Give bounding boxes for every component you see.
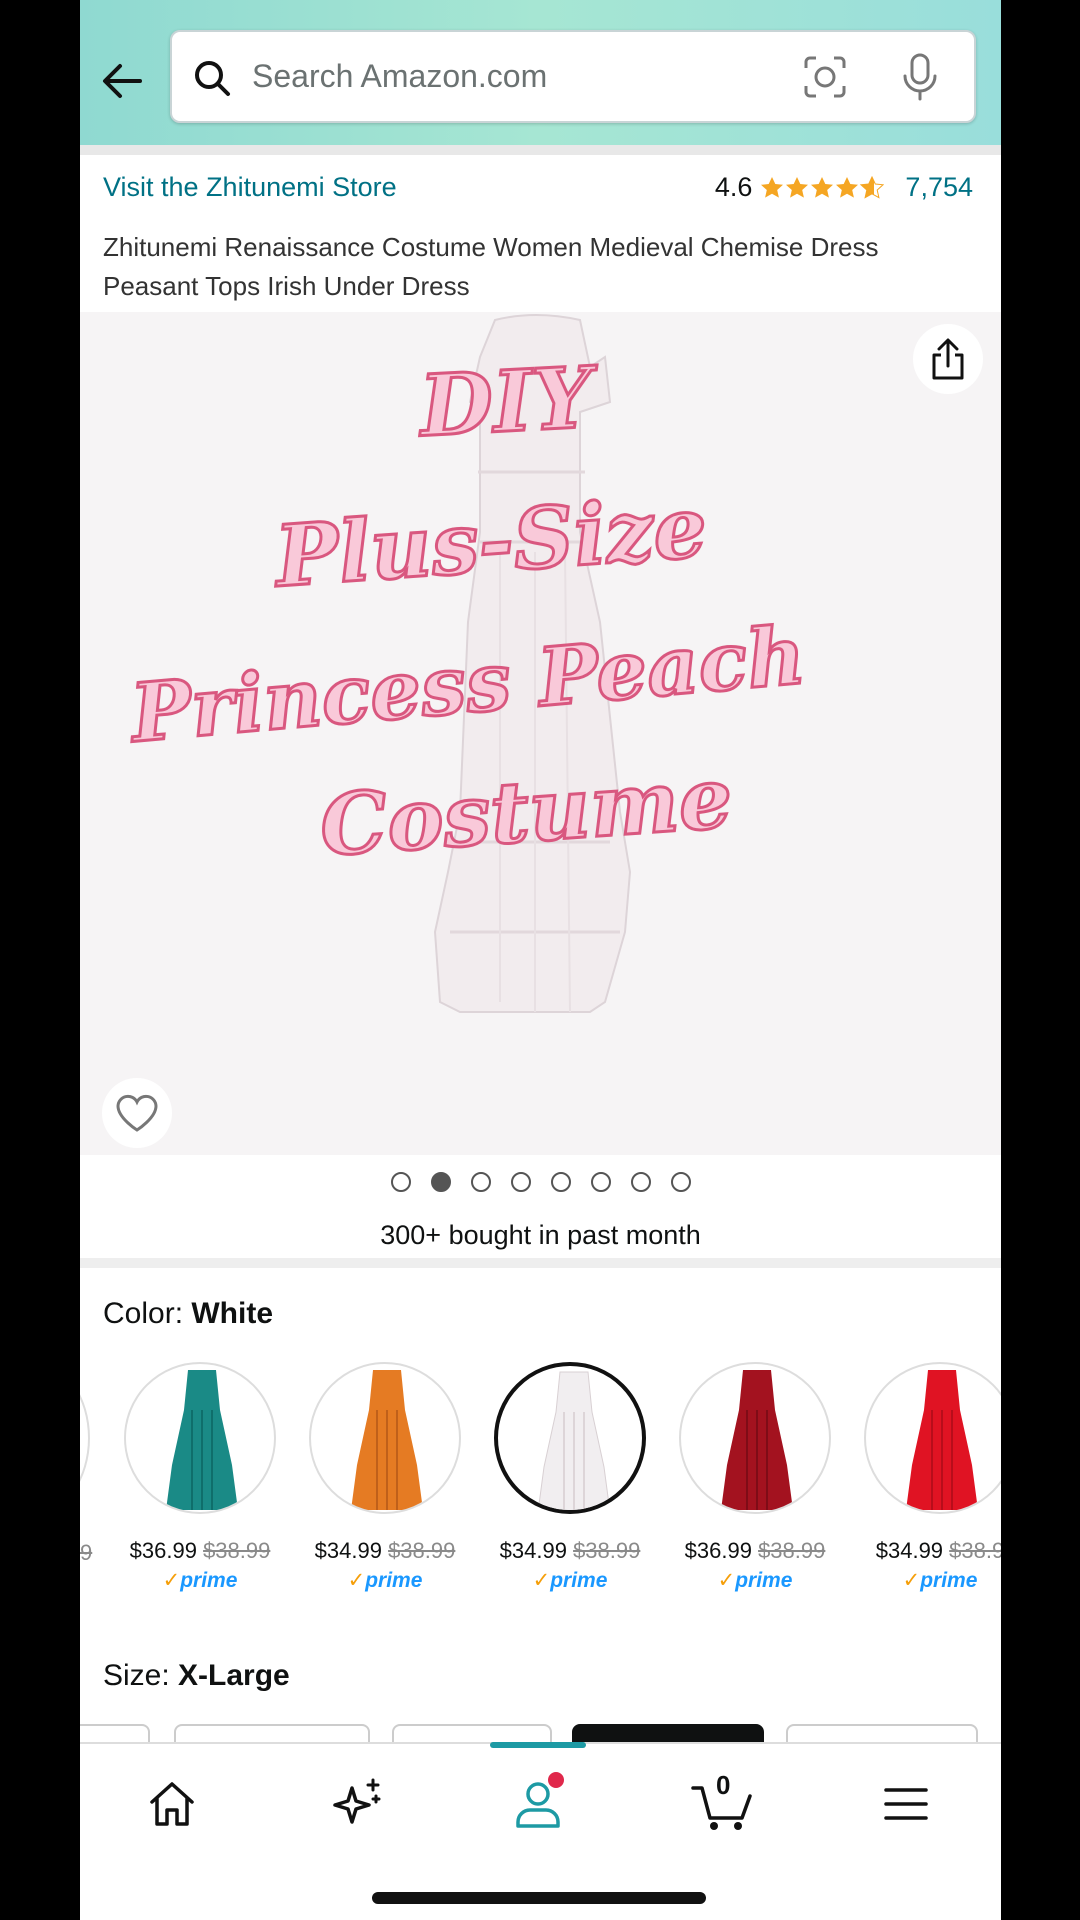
bottom-navigation: 0: [80, 1742, 1001, 1920]
swatch-price: $34.99 $38.99: [309, 1538, 461, 1564]
overlay-line-3: Princess Peach: [126, 606, 811, 762]
star-icon: [786, 176, 809, 198]
header-divider: [80, 145, 1001, 161]
swatch-price: $34.99 $38.9: [864, 1538, 1001, 1564]
price: $36.99: [129, 1538, 197, 1563]
price: $34.99: [499, 1538, 567, 1563]
bought-count: 300+ bought in past month: [380, 1220, 701, 1250]
size-label: Size: X-Large: [103, 1659, 290, 1693]
notification-dot: [548, 1772, 564, 1788]
star-icon: [836, 176, 859, 198]
menu-icon[interactable]: [876, 1774, 936, 1834]
microphone-icon[interactable]: [900, 52, 940, 102]
swatch-image: [309, 1362, 461, 1514]
check-icon: ✓: [717, 1569, 736, 1592]
star-half-icon: [860, 175, 885, 199]
color-swatch-teal[interactable]: $36.99 $38.99 ✓prime: [124, 1362, 276, 1593]
prime-badge: ✓prime: [309, 1568, 461, 1593]
star-rating: [760, 175, 885, 200]
swatch-image: [679, 1362, 831, 1514]
prime-label: prime: [735, 1569, 793, 1592]
pagination-dot[interactable]: [590, 1172, 611, 1192]
overlay-line-1: DIY: [416, 346, 596, 457]
color-label-prefix: Color:: [103, 1297, 192, 1330]
product-image-gallery[interactable]: DIY Plus-Size Princess Peach Costume: [80, 312, 1001, 1155]
swatch-price: $36.99 $38.99: [124, 1538, 276, 1564]
color-swatch-red[interactable]: $34.99 $38.9 ✓prime: [864, 1362, 1001, 1593]
active-tab-indicator: [490, 1742, 586, 1748]
pagination-dot[interactable]: [550, 1172, 571, 1192]
price: $36.99: [684, 1538, 752, 1563]
swatch-image: [124, 1362, 276, 1514]
size-options[interactable]: [80, 1724, 1001, 1764]
check-icon: ✓: [532, 1569, 551, 1592]
cart-icon[interactable]: 0: [690, 1770, 752, 1834]
app-screen: Visit the Zhitunemi Store 4.6 7,754 Zhit…: [80, 0, 1001, 1920]
gallery-pagination[interactable]: [80, 1172, 1001, 1192]
prime-badge: ✓prime: [864, 1568, 1001, 1593]
price: $34.99: [875, 1538, 944, 1563]
check-icon: ✓: [162, 1569, 181, 1592]
color-swatches[interactable]: 9 $36.99 $38.99 ✓prime $34.99 $38.99 ✓pr…: [80, 1362, 1001, 1602]
swatch-price: $34.99 $38.99: [494, 1538, 646, 1564]
section-divider: [80, 1258, 1001, 1268]
pagination-dot[interactable]: [630, 1172, 651, 1192]
rating-summary[interactable]: 4.6 7,754: [715, 172, 973, 203]
swatch-image: [494, 1362, 646, 1514]
color-swatch-orange[interactable]: $34.99 $38.99 ✓prime: [309, 1362, 461, 1593]
prime-label: prime: [920, 1569, 978, 1592]
cart-count: 0: [716, 1770, 731, 1800]
star-icon: [811, 176, 834, 198]
old-price: $38.99: [388, 1538, 456, 1563]
prime-badge: ✓prime: [679, 1568, 831, 1593]
store-link[interactable]: Visit the Zhitunemi Store: [103, 172, 397, 203]
swatch-partial-left-price: 9: [80, 1540, 93, 1565]
search-icon[interactable]: [192, 58, 232, 98]
prime-badge: ✓prime: [494, 1568, 646, 1593]
swatch-price: $36.99 $38.99: [679, 1538, 831, 1564]
overlay-line-4: Costume: [316, 746, 737, 877]
search-bar[interactable]: [170, 30, 976, 123]
swatch-image: [864, 1362, 1001, 1514]
promo-overlay: DIY Plus-Size Princess Peach Costume: [80, 312, 1001, 1155]
share-icon[interactable]: [913, 324, 983, 394]
heart-icon[interactable]: [102, 1078, 172, 1148]
product-title: Zhitunemi Renaissance Costume Women Medi…: [103, 232, 879, 301]
star-icon: [761, 176, 784, 198]
header-bar: [80, 0, 1001, 145]
pagination-dot[interactable]: [670, 1172, 691, 1192]
overlay-line-2: Plus-Size: [271, 476, 712, 608]
color-label: Color: White: [103, 1297, 273, 1331]
search-input[interactable]: [252, 32, 772, 121]
price: $34.99: [314, 1538, 382, 1563]
prime-label: prime: [180, 1569, 238, 1592]
rating-value: 4.6: [714, 172, 753, 202]
check-icon: ✓: [347, 1569, 366, 1592]
pagination-dot-active[interactable]: [430, 1172, 451, 1192]
old-price: $38.9: [949, 1538, 1001, 1563]
back-arrow-icon[interactable]: [96, 55, 148, 107]
old-price: $38.99: [573, 1538, 641, 1563]
sparkle-icon[interactable]: [328, 1774, 388, 1834]
old-price: $38.99: [758, 1538, 826, 1563]
review-count[interactable]: 7,754: [905, 172, 973, 203]
prime-badge: ✓prime: [124, 1568, 276, 1593]
color-swatch-burgundy[interactable]: $36.99 $38.99 ✓prime: [679, 1362, 831, 1593]
home-icon[interactable]: [142, 1774, 202, 1834]
check-icon: ✓: [902, 1569, 921, 1592]
pagination-dot[interactable]: [510, 1172, 531, 1192]
pagination-dot[interactable]: [470, 1172, 491, 1192]
home-indicator[interactable]: [372, 1892, 706, 1904]
prime-label: prime: [550, 1569, 608, 1592]
old-price: $38.99: [203, 1538, 271, 1563]
size-label-prefix: Size:: [103, 1659, 179, 1692]
account-icon[interactable]: [508, 1772, 568, 1834]
swatch-partial-left[interactable]: [80, 1362, 90, 1514]
color-swatch-white[interactable]: $34.99 $38.99 ✓prime: [494, 1362, 646, 1593]
color-value: White: [191, 1297, 274, 1330]
size-value: X-Large: [178, 1659, 290, 1692]
prime-label: prime: [365, 1569, 423, 1592]
pagination-dot[interactable]: [390, 1172, 411, 1192]
camera-lens-icon[interactable]: [802, 54, 848, 100]
